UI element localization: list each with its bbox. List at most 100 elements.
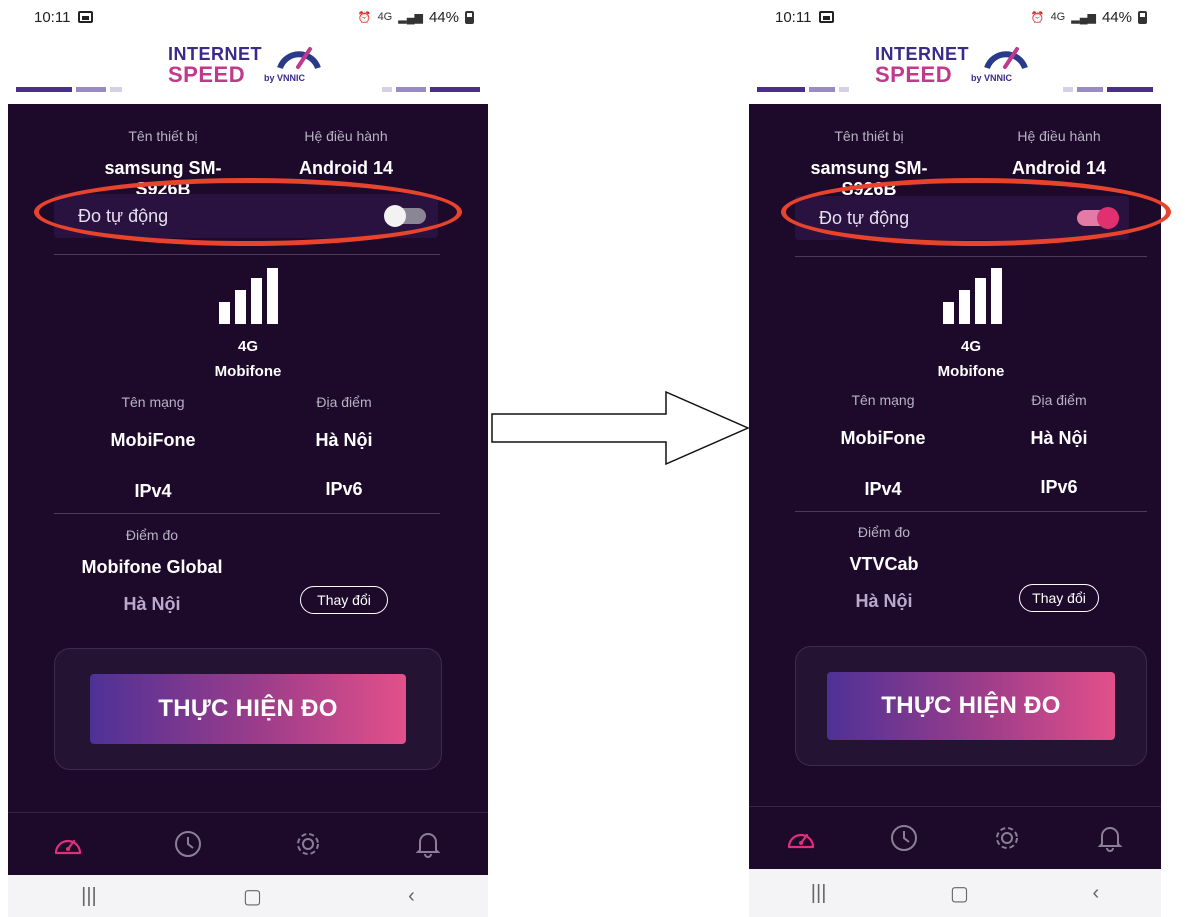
- settings-gear-icon[interactable]: [992, 823, 1022, 853]
- start-test-button[interactable]: THỰC HIỆN ĐO: [827, 672, 1115, 740]
- server-name: Mobifone Global: [81, 557, 223, 577]
- bottom-nav-divider: [749, 806, 1161, 807]
- change-server-button[interactable]: Thay đổi: [300, 586, 388, 614]
- battery-icon: [465, 10, 474, 24]
- signal-bars-icon: [219, 268, 278, 324]
- header-decor-right: [1063, 87, 1153, 92]
- history-clock-icon[interactable]: [889, 823, 919, 853]
- annotation-highlight-oval: [781, 178, 1171, 246]
- location-value: Hà Nội: [315, 430, 373, 450]
- alarm-icon: ⏰: [357, 11, 372, 24]
- os-block: Hệ điều hành Android 14: [989, 128, 1129, 179]
- back-icon[interactable]: ‹: [408, 885, 415, 908]
- network-name-label: Tên mạng: [121, 394, 185, 410]
- app-body: Tên thiết bị samsung SM-S926B Hệ điều hà…: [749, 104, 1171, 870]
- history-clock-icon[interactable]: [173, 829, 203, 859]
- server-label: Điểm đo: [857, 524, 911, 540]
- ipv6-label: IPv6: [325, 479, 363, 499]
- back-icon[interactable]: ‹: [1093, 882, 1100, 905]
- change-server-button[interactable]: Thay đổi: [1019, 584, 1099, 612]
- gallery-notification-icon: [78, 11, 94, 23]
- header-decor-right: [382, 87, 480, 92]
- connection-type: 4G: [960, 338, 981, 355]
- location-block: Địa điểm Hà Nội IPv6: [999, 392, 1119, 498]
- status-time: 10:11: [34, 8, 71, 26]
- bottom-nav: [749, 808, 1161, 868]
- home-icon[interactable]: ▢: [243, 884, 262, 909]
- ipv4-label: IPv4: [134, 481, 172, 501]
- annotation-highlight-oval: [34, 178, 462, 246]
- os-value: Android 14: [1011, 158, 1106, 178]
- connection-type: 4G: [237, 338, 258, 355]
- app-header: INTERNET SPEED by VNNIC: [749, 34, 1161, 104]
- location-block: Địa điểm Hà Nội IPv6: [274, 394, 414, 500]
- bottom-nav-divider: [8, 812, 488, 813]
- logo-by: by VNNIC: [971, 73, 1013, 83]
- ipv4-label: IPv4: [864, 479, 902, 499]
- server-label: Điểm đo: [125, 527, 179, 543]
- phone-screen-before: 10:11 ⏰ 4G ▂▄▆ 44% INTERNET SPEED by VNN…: [8, 0, 488, 917]
- app-body: Tên thiết bị samsung SM-S926B Hệ điều hà…: [8, 104, 488, 876]
- server-city: Hà Nội: [123, 594, 181, 614]
- alarm-icon: ⏰: [1030, 11, 1045, 24]
- connection-block: 4G Mobifone: [911, 338, 1031, 380]
- notification-bell-icon[interactable]: [1095, 823, 1125, 853]
- internet-speed-logo: INTERNET SPEED by VNNIC: [875, 40, 1035, 88]
- settings-gear-icon[interactable]: [293, 829, 323, 859]
- signal-strength-icon: ▂▄▆: [1071, 11, 1096, 24]
- battery-percent: 44%: [1101, 8, 1132, 26]
- device-name-label: Tên thiết bị: [834, 128, 904, 144]
- battery-percent: 44%: [428, 8, 459, 26]
- server-name: VTVCab: [849, 554, 919, 574]
- network-type-icon: 4G: [1050, 11, 1066, 23]
- divider: [54, 513, 440, 514]
- internet-speed-logo: INTERNET SPEED by VNNIC: [168, 40, 328, 88]
- start-test-button[interactable]: THỰC HIỆN ĐO: [90, 674, 406, 744]
- signal-bars-icon: [943, 268, 1002, 324]
- recent-apps-icon[interactable]: |||: [81, 885, 97, 908]
- server-city: Hà Nội: [855, 591, 913, 611]
- home-icon[interactable]: ▢: [950, 881, 969, 906]
- status-bar: 10:11 ⏰ 4G ▂▄▆ 44%: [749, 0, 1161, 34]
- network-name-label: Tên mạng: [851, 392, 915, 408]
- carrier-name: Mobifone: [937, 363, 1005, 380]
- battery-icon: [1138, 10, 1147, 24]
- network-name-value: MobiFone: [110, 430, 196, 450]
- logo-gauge-icon: [984, 47, 1028, 70]
- header-decor-left: [16, 87, 122, 92]
- network-name-value: MobiFone: [840, 428, 926, 448]
- speedometer-icon[interactable]: [53, 829, 83, 859]
- network-name-block: Tên mạng MobiFone IPv4: [78, 394, 228, 502]
- device-name-label: Tên thiết bị: [128, 128, 198, 144]
- logo-gauge-icon: [277, 47, 321, 70]
- logo-by: by VNNIC: [264, 73, 306, 83]
- os-value: Android 14: [298, 158, 393, 178]
- notification-bell-icon[interactable]: [413, 829, 443, 859]
- carrier-name: Mobifone: [214, 363, 282, 380]
- system-nav-bar: ||| ▢ ‹: [749, 869, 1161, 917]
- logo-line2: SPEED: [168, 62, 246, 87]
- os-label: Hệ điều hành: [1017, 128, 1101, 144]
- connection-block: 4G Mobifone: [188, 338, 308, 380]
- location-label: Địa điểm: [316, 394, 372, 410]
- os-block: Hệ điều hành Android 14: [276, 128, 416, 179]
- status-bar: 10:11 ⏰ 4G ▂▄▆ 44%: [8, 0, 488, 34]
- location-label: Địa điểm: [1031, 392, 1087, 408]
- app-header: INTERNET SPEED by VNNIC: [8, 34, 488, 104]
- divider: [54, 254, 440, 255]
- gallery-notification-icon: [819, 11, 835, 23]
- server-block: Điểm đo Mobifone Global Hà Nội: [64, 527, 240, 615]
- header-decor-left: [757, 87, 849, 92]
- signal-strength-icon: ▂▄▆: [398, 11, 423, 24]
- location-value: Hà Nội: [1030, 428, 1088, 448]
- network-name-block: Tên mạng MobiFone IPv4: [809, 392, 957, 500]
- network-type-icon: 4G: [377, 11, 393, 23]
- phone-screen-after: 10:11 ⏰ 4G ▂▄▆ 44% INTERNET SPEED by VNN…: [749, 0, 1171, 917]
- status-time: 10:11: [775, 8, 812, 26]
- logo-line2: SPEED: [875, 62, 953, 87]
- speedometer-icon[interactable]: [786, 823, 816, 853]
- divider: [795, 511, 1147, 512]
- divider: [795, 256, 1147, 257]
- recent-apps-icon[interactable]: |||: [811, 882, 827, 905]
- arrow-right-icon: [491, 390, 750, 466]
